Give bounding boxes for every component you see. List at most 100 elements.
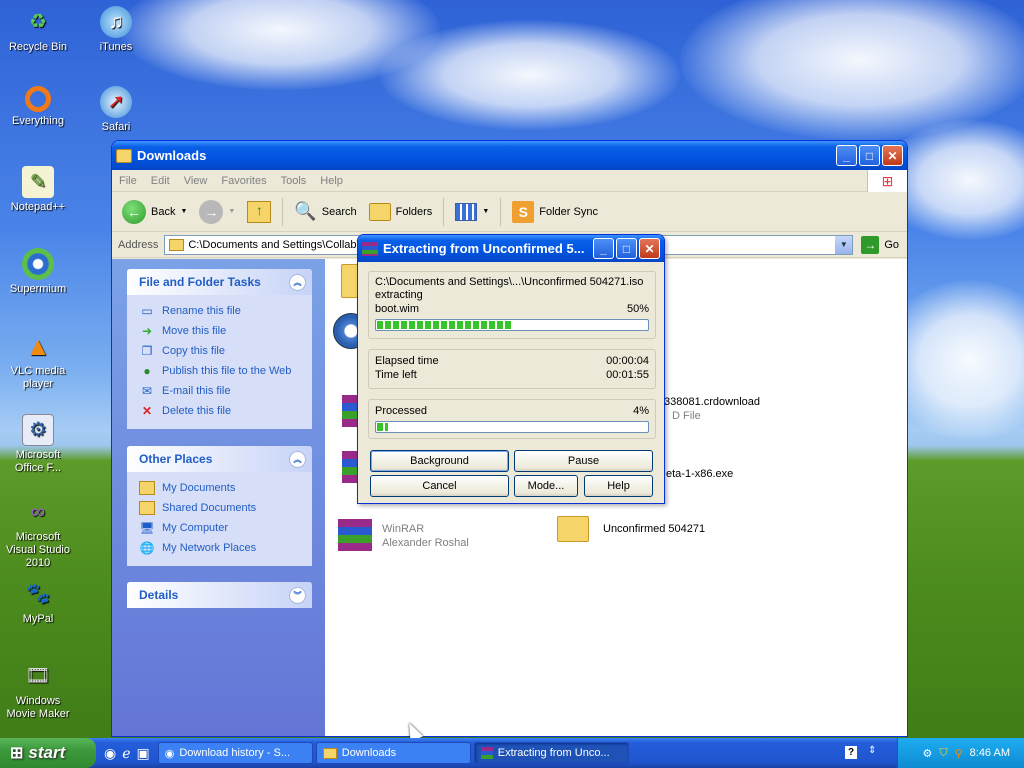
other-places-header[interactable]: Other Places ︽ <box>127 446 312 472</box>
my-computer-icon: 🖥 <box>139 521 155 535</box>
desktop-icon-supermium[interactable]: Supermium <box>0 248 76 296</box>
clock[interactable]: 8:46 AM <box>970 747 1010 759</box>
explorer-titlebar[interactable]: Downloads _ □ ✕ <box>112 141 907 170</box>
search-button[interactable]: 🔍 Search <box>290 199 360 224</box>
quick-launch: ◉ ℯ ▣ <box>96 745 158 762</box>
desktop-icon-mypal[interactable]: 🐾 MyPal <box>0 578 76 626</box>
taskbar-item-extracting[interactable]: Extracting from Unco... <box>473 742 629 764</box>
file-tasks-title: File and Folder Tasks <box>139 275 261 289</box>
tray-expand-icon[interactable]: ⇕ <box>868 745 876 756</box>
desktop-icon-vlc[interactable]: ▲ VLC media player <box>0 330 76 391</box>
desktop-icon-label: Everything <box>12 115 64 127</box>
dialog-titlebar[interactable]: Extracting from Unconfirmed 5... _ □ ✕ <box>358 235 664 262</box>
browser-icon: ◉ <box>164 747 175 760</box>
task-label: Publish this file to the Web <box>162 365 292 377</box>
desktop-icon-movie-maker[interactable]: 🎞 Windows Movie Maker <box>0 660 76 721</box>
desktop-icon-recycle-bin[interactable]: ♻ Recycle Bin <box>0 6 76 54</box>
expand-icon[interactable]: ︾ <box>289 586 306 604</box>
cancel-button[interactable]: Cancel <box>370 475 509 497</box>
desktop-icon-label: VLC media player <box>10 365 66 390</box>
email-icon: ✉ <box>141 384 153 398</box>
menu-tools[interactable]: Tools <box>274 175 314 187</box>
rename-file-link[interactable]: ▭ Rename this file <box>139 301 312 321</box>
pause-button[interactable]: Pause <box>514 450 653 472</box>
maximize-button[interactable]: □ <box>616 238 637 259</box>
everything-icon <box>25 86 51 112</box>
desktop-icon-everything[interactable]: Everything <box>0 86 76 128</box>
my-computer-link[interactable]: 🖥 My Computer <box>139 518 312 538</box>
taskbar: ⊞ start ◉ ℯ ▣ ◉ Download history - S... … <box>0 738 1024 768</box>
menu-favorites[interactable]: Favorites <box>214 175 273 187</box>
publish-file-link[interactable]: ● Publish this file to the Web <box>139 361 312 381</box>
shared-documents-link[interactable]: Shared Documents <box>139 498 312 518</box>
forward-button[interactable]: → ▼ <box>195 198 239 226</box>
time-group: Elapsed time 00:00:04 Time left 00:01:55 <box>368 349 656 389</box>
desktop-icon-label: Windows Movie Maker <box>6 695 70 720</box>
address-dropdown[interactable]: ▼ <box>835 235 853 254</box>
forward-arrow-icon: → <box>199 199 224 224</box>
safari-icon: ➚ <box>100 86 132 118</box>
collapse-icon[interactable]: ︽ <box>289 450 306 468</box>
mode-button[interactable]: Mode... <box>514 475 578 497</box>
desktop-icon-office[interactable]: ⚙ Microsoft Office F... <box>0 414 76 475</box>
search-tray-icon[interactable]: ⚲ <box>955 747 963 760</box>
network-places-icon: 🌐 <box>139 541 155 555</box>
close-button[interactable]: ✕ <box>882 145 903 166</box>
address-label: Address <box>118 238 159 251</box>
views-button[interactable]: ▼ <box>451 201 493 223</box>
winrar-icon <box>362 241 378 256</box>
background-button[interactable]: Background <box>370 450 509 472</box>
media-player-icon[interactable]: ▣ <box>137 745 150 762</box>
cloud <box>380 20 680 130</box>
place-label: My Computer <box>162 522 229 534</box>
collapse-icon[interactable]: ︽ <box>289 273 306 291</box>
menu-bar: File Edit View Favorites Tools Help ⊞ <box>112 170 907 192</box>
copy-file-link[interactable]: ❐ Copy this file <box>139 341 312 361</box>
back-button[interactable]: ← Back ▼ <box>118 198 191 226</box>
file-publisher: Alexander Roshal <box>382 537 469 549</box>
task-label: Download history - S... <box>179 747 291 759</box>
help-tray-icon[interactable]: ? <box>845 746 857 759</box>
my-documents-link[interactable]: My Documents <box>139 478 312 498</box>
taskbar-item-download-history[interactable]: ◉ Download history - S... <box>157 742 313 764</box>
place-label: My Network Places <box>162 542 257 554</box>
processed-progress-fill <box>377 423 388 431</box>
menu-view[interactable]: View <box>177 175 215 187</box>
my-network-places-link[interactable]: 🌐 My Network Places <box>139 538 312 558</box>
menu-help[interactable]: Help <box>313 175 350 187</box>
email-file-link[interactable]: ✉ E-mail this file <box>139 381 312 401</box>
desktop-icon-safari[interactable]: ➚ Safari <box>78 86 154 134</box>
internet-explorer-icon[interactable]: ℯ <box>122 745 130 762</box>
minimize-button[interactable]: _ <box>593 238 614 259</box>
menu-edit[interactable]: Edit <box>144 175 177 187</box>
desktop-icon-visual-studio[interactable]: ∞ Microsoft Visual Studio 2010 <box>0 496 76 570</box>
close-button[interactable]: ✕ <box>639 238 660 259</box>
file-name[interactable]: WinRAR <box>382 523 424 535</box>
folders-button[interactable]: Folders <box>365 201 437 223</box>
security-shield-icon[interactable]: ⛉ <box>939 747 947 760</box>
file-item-crdownload[interactable] <box>333 515 377 555</box>
maximize-button[interactable]: □ <box>859 145 880 166</box>
go-button[interactable]: → Go <box>857 234 903 256</box>
folder-sync-button[interactable]: S Folder Sync <box>508 199 602 225</box>
file-item-unconfirmed[interactable]: Unconfirmed 504271 <box>551 509 705 549</box>
taskbar-item-downloads[interactable]: Downloads <box>315 742 471 764</box>
help-button[interactable]: Help <box>584 475 653 497</box>
network-icon[interactable]: ⚙ <box>922 747 932 760</box>
start-button[interactable]: ⊞ start <box>0 738 96 768</box>
move-file-link[interactable]: ➜ Move this file <box>139 321 312 341</box>
minimize-button[interactable]: _ <box>836 145 857 166</box>
file-tasks-header[interactable]: File and Folder Tasks ︽ <box>127 269 312 295</box>
show-desktop-icon[interactable]: ◉ <box>104 745 116 762</box>
delete-file-link[interactable]: ✕ Delete this file <box>139 401 312 421</box>
toolbar-separator <box>500 197 502 226</box>
details-header[interactable]: Details ︾ <box>127 582 312 608</box>
up-button[interactable]: ↑ <box>243 199 275 225</box>
file-name[interactable]: eta-1-x86.exe <box>666 468 733 480</box>
menu-file[interactable]: File <box>112 175 144 187</box>
file-name[interactable]: 338081.crdownload <box>664 396 760 408</box>
desktop-icon-notepad-plus-plus[interactable]: ✎ Notepad++ <box>0 166 76 214</box>
folder-sync-icon: S <box>512 200 535 223</box>
winrar-archive-icon <box>333 515 377 555</box>
desktop-icon-itunes[interactable]: ♫ iTunes <box>78 6 154 54</box>
